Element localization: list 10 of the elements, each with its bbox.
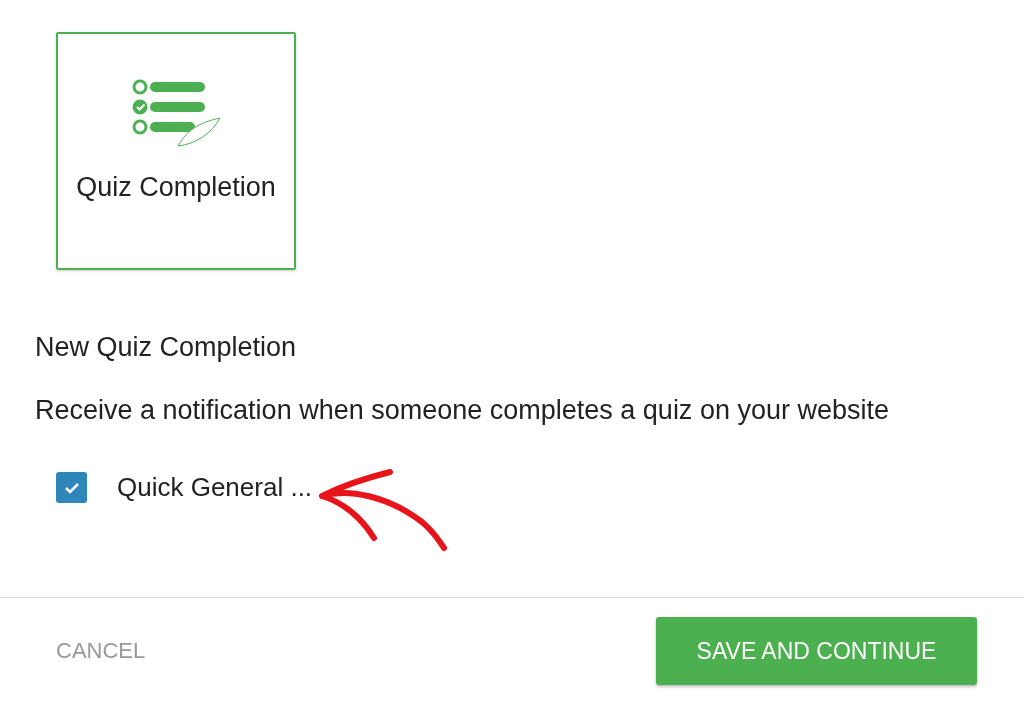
cancel-button[interactable]: CANCEL <box>56 638 146 664</box>
card-label: Quiz Completion <box>76 172 276 203</box>
quiz-name: Quick General ... <box>117 472 313 503</box>
checkmark-icon <box>63 481 80 494</box>
checkbox[interactable] <box>56 472 87 503</box>
save-button[interactable]: SAVE AND CONTINUE <box>656 617 977 685</box>
checklist-icon <box>130 78 222 148</box>
quiz-completion-card[interactable]: Quiz Completion <box>56 32 296 270</box>
form-title: New Quiz Completion <box>35 332 298 363</box>
description: Receive a notification when someone completes a quiz on your website <box>35 395 890 426</box>
